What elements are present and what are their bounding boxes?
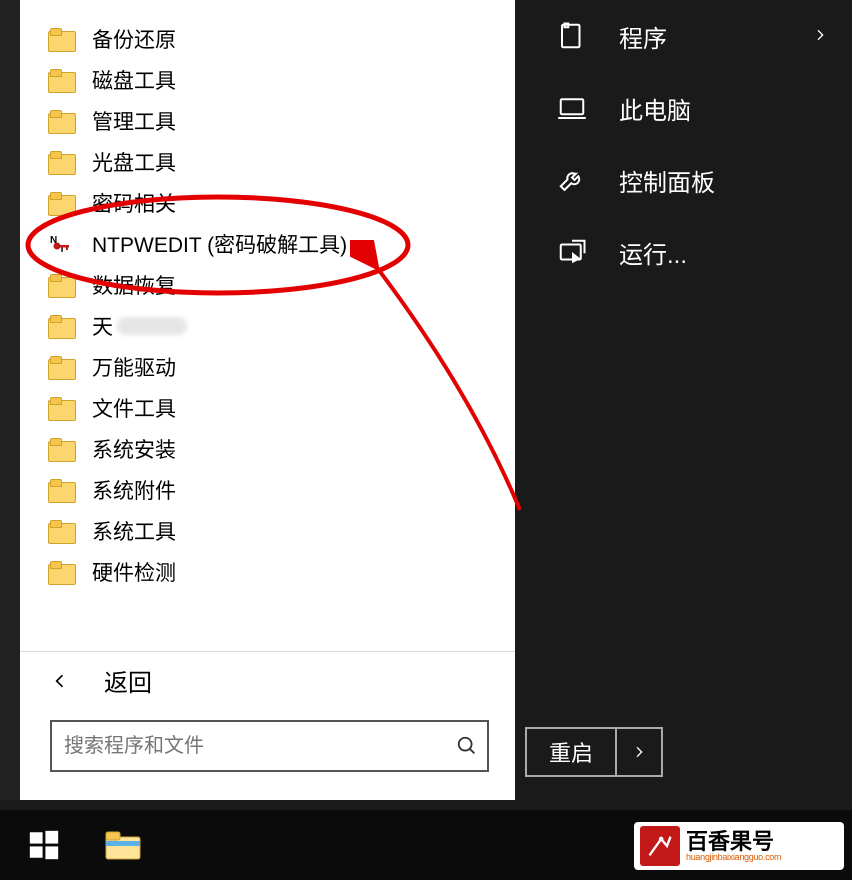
right-item-run[interactable]: 运行... xyxy=(515,216,852,288)
watermark-title: 百香果号 xyxy=(686,831,781,853)
folder-icon xyxy=(48,561,74,583)
chevron-right-icon xyxy=(631,744,647,760)
windows-icon xyxy=(27,828,61,862)
wrench-icon xyxy=(555,163,589,197)
program-icon xyxy=(555,19,589,53)
redacted-text xyxy=(117,317,187,335)
menu-item-label: 备份还原 xyxy=(92,24,176,54)
right-item-label: 控制面板 xyxy=(619,163,715,198)
menu-item-label: 光盘工具 xyxy=(92,147,176,177)
power-options-button[interactable] xyxy=(617,727,663,777)
restart-button[interactable]: 重启 xyxy=(525,727,617,777)
folder-icon xyxy=(48,315,74,337)
file-explorer-button[interactable] xyxy=(88,810,158,880)
search-container xyxy=(20,708,515,800)
menu-item-4[interactable]: 密码相关 xyxy=(20,182,515,223)
menu-item-7[interactable]: 天 xyxy=(20,305,515,346)
menu-item-label: 密码相关 xyxy=(92,188,176,218)
restart-label: 重启 xyxy=(549,736,593,768)
watermark-badge: 百香果号 huangjinbaixiangguo.com xyxy=(634,822,844,870)
folder-icon xyxy=(48,151,74,173)
menu-item-label: 硬件检测 xyxy=(92,557,176,587)
folder-icon xyxy=(48,397,74,419)
menu-item-label: 系统安装 xyxy=(92,434,176,464)
menu-item-label: 万能驱动 xyxy=(92,352,176,382)
menu-item-6[interactable]: 数据恢复 xyxy=(20,264,515,305)
menu-item-9[interactable]: 文件工具 xyxy=(20,387,515,428)
start-button[interactable] xyxy=(0,810,88,880)
chevron-left-icon xyxy=(50,670,70,690)
menu-item-label: 磁盘工具 xyxy=(92,65,176,95)
right-item-wrench[interactable]: 控制面板 xyxy=(515,144,852,216)
menu-item-5[interactable]: NT NTPWEDIT (密码破解工具) xyxy=(20,223,515,264)
folder-icon xyxy=(48,274,74,296)
left-edge-strip xyxy=(0,0,20,800)
watermark-icon xyxy=(640,826,680,866)
program-list: 备份还原磁盘工具管理工具光盘工具密码相关 NT NTPWEDIT (密码破解工具) 数… xyxy=(20,0,515,592)
search-icon[interactable] xyxy=(447,735,487,757)
right-item-label: 此电脑 xyxy=(619,91,691,126)
back-label: 返回 xyxy=(104,663,152,698)
right-item-label: 程序 xyxy=(619,19,667,54)
right-item-program[interactable]: 程序 xyxy=(515,0,852,72)
folder-icon xyxy=(48,69,74,91)
menu-item-0[interactable]: 备份还原 xyxy=(20,18,515,59)
menu-item-12[interactable]: 系统工具 xyxy=(20,510,515,551)
taskbar: 百香果号 huangjinbaixiangguo.com xyxy=(0,810,852,880)
run-icon xyxy=(555,235,589,269)
start-menu-left-panel: 备份还原磁盘工具管理工具光盘工具密码相关 NT NTPWEDIT (密码破解工具) 数… xyxy=(20,0,515,800)
menu-item-label: 系统工具 xyxy=(92,516,176,546)
folder-icon xyxy=(48,356,74,378)
menu-item-2[interactable]: 管理工具 xyxy=(20,100,515,141)
menu-item-3[interactable]: 光盘工具 xyxy=(20,141,515,182)
folder-icon xyxy=(105,830,141,860)
chevron-right-icon xyxy=(812,22,828,50)
menu-item-10[interactable]: 系统安装 xyxy=(20,428,515,469)
menu-item-1[interactable]: 磁盘工具 xyxy=(20,59,515,100)
search-box[interactable] xyxy=(50,720,489,772)
menu-item-label: 管理工具 xyxy=(92,106,176,136)
menu-item-label: 数据恢复 xyxy=(92,270,176,300)
key-icon: NT xyxy=(48,233,74,255)
folder-icon xyxy=(48,110,74,132)
right-item-label: 运行... xyxy=(619,235,687,270)
watermark-url: huangjinbaixiangguo.com xyxy=(686,853,781,862)
start-menu-right-panel: 程序此电脑控制面板运行... 重启 xyxy=(515,0,852,800)
menu-item-11[interactable]: 系统附件 xyxy=(20,469,515,510)
right-item-computer[interactable]: 此电脑 xyxy=(515,72,852,144)
menu-item-label: 文件工具 xyxy=(92,393,176,423)
menu-item-label: 天 xyxy=(92,311,113,341)
folder-icon xyxy=(48,520,74,542)
search-input[interactable] xyxy=(52,722,447,770)
folder-icon xyxy=(48,28,74,50)
menu-item-13[interactable]: 硬件检测 xyxy=(20,551,515,592)
menu-item-8[interactable]: 万能驱动 xyxy=(20,346,515,387)
computer-icon xyxy=(555,91,589,125)
menu-item-label: 系统附件 xyxy=(92,475,176,505)
power-row: 重启 xyxy=(515,726,852,778)
folder-icon xyxy=(48,438,74,460)
folder-icon xyxy=(48,192,74,214)
back-button[interactable]: 返回 xyxy=(20,651,515,708)
menu-item-label: NTPWEDIT (密码破解工具) xyxy=(92,229,347,259)
folder-icon xyxy=(48,479,74,501)
